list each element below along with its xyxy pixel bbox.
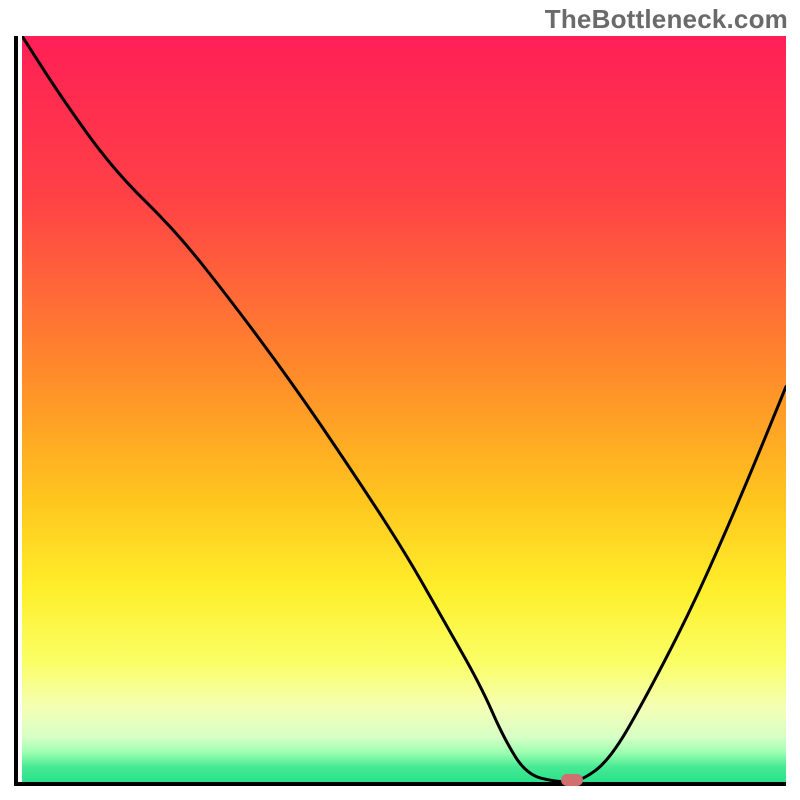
axes-frame — [14, 36, 786, 786]
plot-area — [22, 36, 786, 782]
optimal-marker — [561, 774, 583, 786]
watermark-text: TheBottleneck.com — [545, 4, 788, 35]
bottleneck-curve — [22, 36, 786, 782]
chart-container: TheBottleneck.com — [0, 0, 800, 800]
